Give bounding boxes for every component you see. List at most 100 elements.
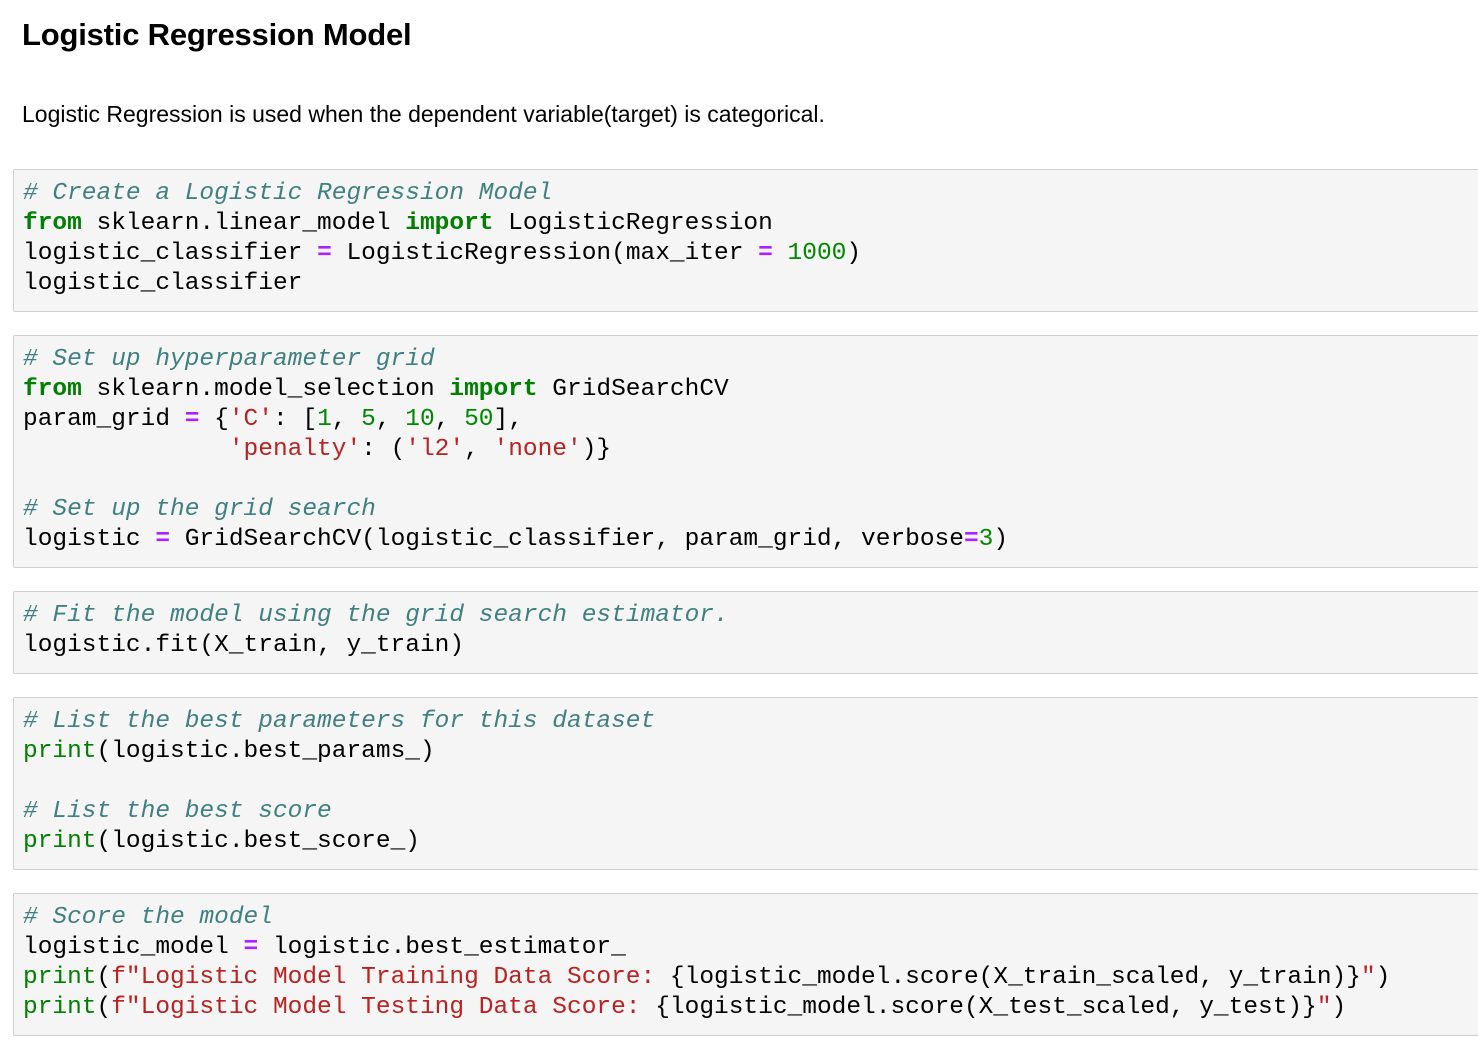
code-string: " <box>1360 964 1376 991</box>
code-comment: # Create a Logistic Regression Model <box>23 180 553 207</box>
code-line: param_grid = {'C': [1, 5, 10, 50], <box>23 405 1478 435</box>
code-line: print(logistic.best_score_) <box>23 827 1478 857</box>
code-cell-grid-setup[interactable]: # Set up hyperparameter grid from sklearn… <box>13 335 1478 568</box>
code-text: )} <box>581 436 612 463</box>
code-text: ( <box>96 964 112 991</box>
code-line: from sklearn.linear_model import Logisti… <box>23 209 1478 239</box>
code-line: # List the best parameters for this data… <box>23 707 1478 737</box>
code-line: print(f"Logistic Model Testing Data Scor… <box>23 993 1478 1023</box>
code-string: " <box>1316 994 1332 1021</box>
code-string: 'C' <box>228 406 273 433</box>
code-string: 'l2' <box>405 436 465 463</box>
code-number: 10 <box>405 406 435 433</box>
code-number: 3 <box>978 526 994 553</box>
code-keyword: import <box>449 376 538 403</box>
code-editor[interactable]: # List the best parameters for this data… <box>23 707 1478 857</box>
code-string: f"Logistic Model Training Data Score: <box>111 964 670 991</box>
code-cell-fit-model[interactable]: # Fit the model using the grid search es… <box>13 591 1478 674</box>
code-comment: # List the best score <box>23 798 332 825</box>
code-line: # List the best score <box>23 797 1478 827</box>
code-text: LogisticRegression(max_iter <box>331 240 759 267</box>
code-keyword: import <box>405 210 494 237</box>
code-builtin: print <box>23 828 97 855</box>
code-cell-score-model[interactable]: # Score the model logistic_model = logist… <box>13 893 1478 1036</box>
code-operator: = <box>317 240 332 267</box>
code-line: logistic_classifier = LogisticRegression… <box>23 239 1478 269</box>
code-operator: = <box>243 934 259 961</box>
code-line: # Fit the model using the grid search es… <box>23 601 1478 631</box>
code-text: , <box>464 436 494 463</box>
code-builtin: print <box>23 738 97 765</box>
code-line: # Score the model <box>23 903 1478 933</box>
code-text: { <box>199 406 229 433</box>
code-text: ( <box>96 994 112 1021</box>
code-text: sklearn.model_selection <box>81 376 450 403</box>
code-text: , <box>375 406 406 433</box>
code-text: param_grid <box>23 406 185 433</box>
code-keyword: from <box>23 376 82 403</box>
code-text: logistic.best_estimator_ <box>258 934 626 961</box>
code-text: (logistic.best_params_) <box>96 738 435 765</box>
code-text: ) <box>993 526 1009 553</box>
code-comment: # List the best parameters for this data… <box>23 708 656 735</box>
code-text: GridSearchCV <box>537 376 729 403</box>
code-text: (logistic.best_score_) <box>96 828 420 855</box>
code-text: , <box>331 406 362 433</box>
code-string: f"Logistic Model Testing Data Score: <box>111 994 656 1021</box>
code-text: sklearn.linear_model <box>81 210 406 237</box>
code-line: print(f"Logistic Model Training Data Sco… <box>23 963 1478 993</box>
code-line: from sklearn.model_selection import Grid… <box>23 375 1478 405</box>
code-interpolation: {logistic_model.score(X_train_scaled, y_… <box>669 964 1361 991</box>
code-operator: = <box>758 240 773 267</box>
code-builtin: print <box>23 964 97 991</box>
code-text: logistic <box>23 526 156 553</box>
code-editor[interactable]: # Score the model logistic_model = logist… <box>23 903 1478 1023</box>
code-interpolation: {logistic_model.score(X_test_scaled, y_t… <box>655 994 1317 1021</box>
markdown-paragraph: Logistic Regression is used when the dep… <box>22 101 825 127</box>
code-operator: = <box>184 406 200 433</box>
code-line: 'penalty': ('l2', 'none')} <box>23 435 1478 465</box>
code-text: ) <box>1375 964 1391 991</box>
code-keyword: from <box>23 210 82 237</box>
code-cell-create-model[interactable]: # Create a Logistic Regression Model from… <box>13 169 1478 312</box>
code-text: logistic_model <box>23 934 244 961</box>
code-text: logistic.fit(X_train, y_train) <box>23 632 465 659</box>
code-number: 1 <box>317 406 332 433</box>
markdown-heading: Logistic Regression Model <box>22 17 412 52</box>
code-line: # Create a Logistic Regression Model <box>23 179 1478 209</box>
code-number: 5 <box>361 406 376 433</box>
code-number: 50 <box>464 406 494 433</box>
code-line: # Set up the grid search <box>23 495 1478 525</box>
code-line: logistic.fit(X_train, y_train) <box>23 631 1478 661</box>
code-text: : [ <box>272 406 318 433</box>
code-text: ], <box>493 406 523 433</box>
code-text: ) <box>846 240 862 267</box>
code-builtin: print <box>23 994 97 1021</box>
code-text: logistic_classifier <box>23 270 303 297</box>
code-line: logistic = GridSearchCV(logistic_classif… <box>23 525 1478 555</box>
code-string: 'penalty' <box>228 436 362 463</box>
code-editor[interactable]: # Set up hyperparameter grid from sklearn… <box>23 345 1478 555</box>
code-text: GridSearchCV(logistic_classifier, param_… <box>170 526 964 553</box>
code-operator: = <box>963 526 979 553</box>
code-cell-best-params[interactable]: # List the best parameters for this data… <box>13 697 1478 870</box>
code-operator: = <box>155 526 171 553</box>
code-text: ) <box>1331 994 1347 1021</box>
code-number: 1000 <box>787 240 847 267</box>
code-editor[interactable]: # Create a Logistic Regression Model from… <box>23 179 1478 299</box>
code-line: logistic_classifier <box>23 269 1478 299</box>
code-text: : ( <box>361 436 406 463</box>
code-comment: # Set up hyperparameter grid <box>23 346 435 373</box>
code-text: logistic_classifier <box>23 240 318 267</box>
code-comment: # Score the model <box>23 904 273 931</box>
code-string: 'none' <box>493 436 582 463</box>
code-text: , <box>434 406 465 433</box>
code-comment: # Set up the grid search <box>23 496 376 523</box>
code-line: # Set up hyperparameter grid <box>23 345 1478 375</box>
code-editor[interactable]: # Fit the model using the grid search es… <box>23 601 1478 661</box>
code-line: print(logistic.best_params_) <box>23 737 1478 767</box>
